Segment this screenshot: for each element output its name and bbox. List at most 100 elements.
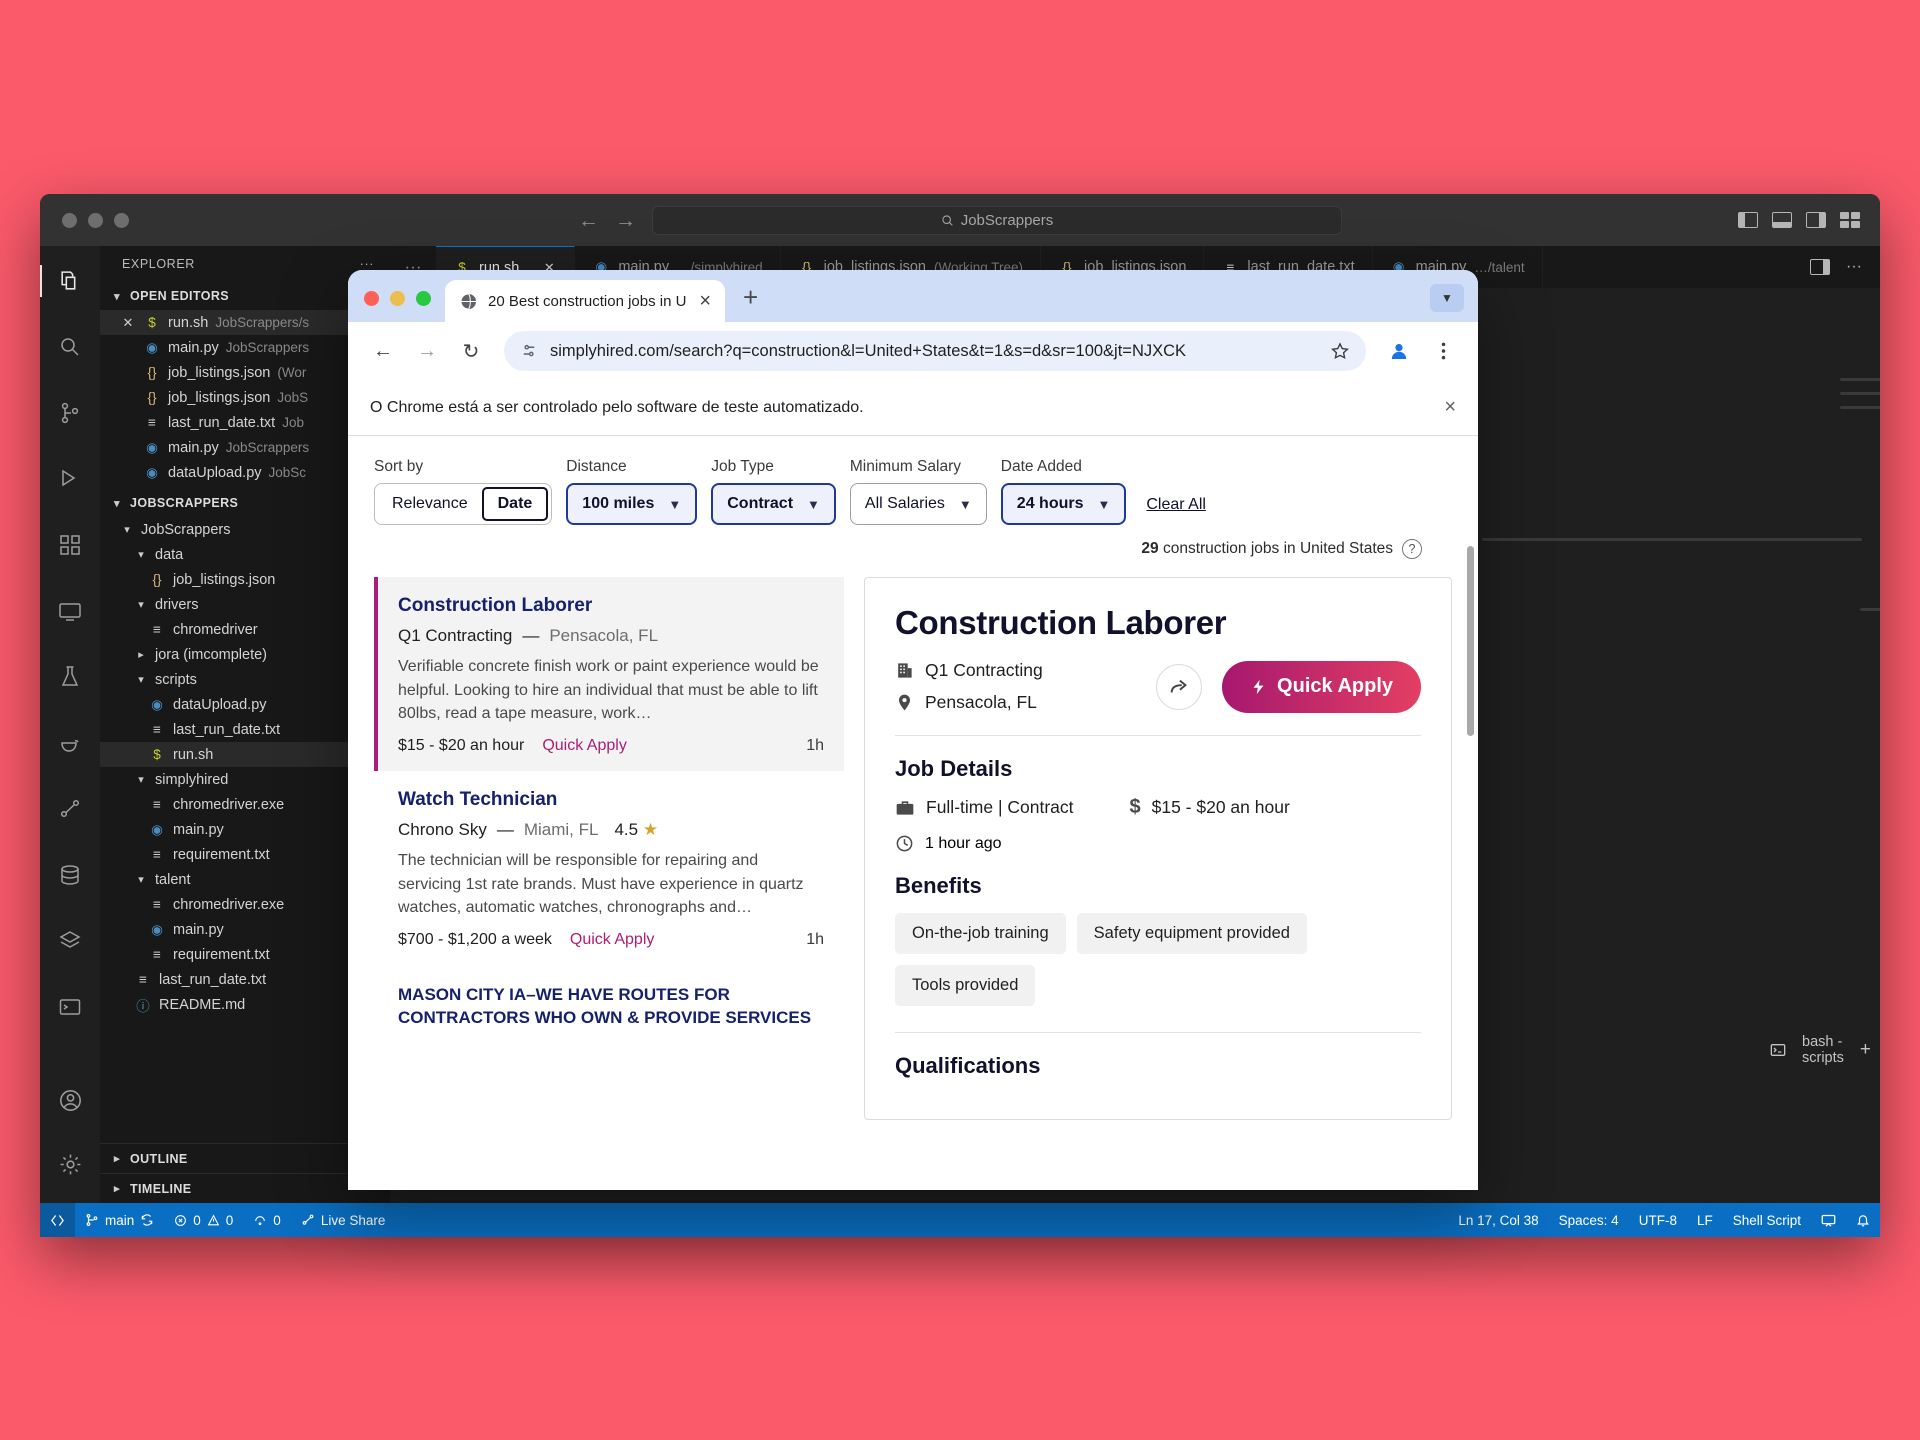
- tree-folder[interactable]: ▾ scripts: [100, 667, 390, 692]
- layout-controls[interactable]: [1738, 212, 1860, 228]
- editor-actions[interactable]: ···: [1810, 246, 1880, 288]
- sort-relevance-option[interactable]: Relevance: [378, 487, 482, 521]
- close-editor-icon[interactable]: ✕: [120, 315, 136, 331]
- tree-file[interactable]: ≡ chromedriver.exe: [100, 892, 390, 917]
- activity-database-icon[interactable]: [47, 854, 93, 896]
- outline-section-header[interactable]: ▸ OUTLINE: [100, 1143, 390, 1173]
- browser-menu-kebab-icon[interactable]: [1424, 332, 1462, 370]
- tree-file[interactable]: ≡ last_run_date.txt: [100, 967, 390, 992]
- status-problems[interactable]: 0 0: [164, 1203, 243, 1237]
- quick-apply-button[interactable]: Quick Apply: [1222, 660, 1421, 713]
- explorer-more-actions-icon[interactable]: ···: [360, 257, 374, 271]
- new-tab-button[interactable]: +: [725, 284, 774, 322]
- profile-avatar-icon[interactable]: [1380, 332, 1418, 370]
- tree-file[interactable]: $ run.sh: [100, 742, 390, 767]
- status-indentation[interactable]: Spaces: 4: [1549, 1213, 1629, 1228]
- vscode-back-arrow[interactable]: ←: [578, 210, 599, 231]
- tree-file[interactable]: ≡ chromedriver.exe: [100, 792, 390, 817]
- share-icon[interactable]: [1156, 663, 1203, 710]
- job-card[interactable]: Construction Laborer Q1 Contracting — Pensa…: [374, 577, 844, 772]
- tree-file[interactable]: ≡ chromedriver: [100, 617, 390, 642]
- timeline-section-header[interactable]: ▸ TIMELINE: [100, 1173, 390, 1203]
- activity-accounts-icon[interactable]: [47, 1079, 93, 1121]
- status-branch[interactable]: main: [75, 1203, 164, 1237]
- site-info-tune-icon[interactable]: [520, 342, 538, 360]
- tree-file[interactable]: ≡ requirement.txt: [100, 942, 390, 967]
- open-editor-item[interactable]: ◉ main.py JobScrappers: [100, 335, 390, 360]
- chrome-close-button[interactable]: [364, 291, 379, 306]
- tree-file[interactable]: {} job_listings.json: [100, 567, 390, 592]
- activity-source-control-icon[interactable]: [47, 392, 93, 434]
- distance-select[interactable]: 100 miles ▼: [566, 483, 698, 525]
- chrome-maximize-button[interactable]: [416, 291, 431, 306]
- clear-all-filters-link[interactable]: Clear All: [1146, 496, 1206, 525]
- tree-file[interactable]: ◉ main.py: [100, 817, 390, 842]
- job-card-title[interactable]: Construction Laborer: [398, 595, 824, 617]
- job-type-select[interactable]: Contract ▼: [711, 483, 836, 525]
- workspace-section-header[interactable]: ▾ JOBSCRAPPERS: [100, 489, 390, 517]
- job-card-title[interactable]: Watch Technician: [398, 789, 824, 811]
- toggle-panel-icon[interactable]: [1772, 212, 1792, 228]
- vscode-minimize-button[interactable]: [88, 212, 103, 228]
- open-editor-item[interactable]: ✕ $ run.sh JobScrappers/s: [100, 310, 390, 335]
- status-encoding[interactable]: UTF-8: [1629, 1213, 1687, 1228]
- activity-run-debug-icon[interactable]: [47, 458, 93, 500]
- tree-folder[interactable]: ▾ drivers: [100, 592, 390, 617]
- job-card-quick-apply[interactable]: Quick Apply: [570, 931, 654, 949]
- job-card-title[interactable]: MASON CITY IA–WE HAVE ROUTES FOR CONTRAC…: [398, 983, 824, 1030]
- toggle-primary-sidebar-icon[interactable]: [1738, 212, 1758, 228]
- close-infobar-icon[interactable]: ×: [1444, 396, 1456, 419]
- tree-folder[interactable]: ▾ JobScrappers: [100, 517, 390, 542]
- status-remote-indicator[interactable]: [40, 1203, 75, 1237]
- tree-folder[interactable]: ▾ talent: [100, 867, 390, 892]
- activity-explorer-icon[interactable]: [40, 260, 93, 302]
- open-editor-item[interactable]: {} job_listings.json JobS: [100, 385, 390, 410]
- status-ports[interactable]: 0: [243, 1203, 291, 1237]
- customize-layout-icon[interactable]: [1840, 212, 1860, 228]
- activity-layers-icon[interactable]: [47, 920, 93, 962]
- vscode-close-button[interactable]: [62, 212, 77, 228]
- terminal-panel-toolbar[interactable]: bash - scripts + ▾ ··· ▲ ✕: [1770, 1028, 1880, 1072]
- toggle-secondary-sidebar-icon[interactable]: [1806, 212, 1826, 228]
- minimum-salary-select[interactable]: All Salaries ▼: [849, 483, 987, 525]
- vscode-maximize-button[interactable]: [114, 212, 129, 228]
- tree-file[interactable]: ◉ main.py: [100, 917, 390, 942]
- browser-back-button[interactable]: ←: [364, 332, 402, 370]
- address-bar[interactable]: simplyhired.com/search?q=construction&l=…: [504, 331, 1366, 371]
- vscode-forward-arrow[interactable]: →: [615, 210, 636, 231]
- tree-folder[interactable]: ▾ simplyhired: [100, 767, 390, 792]
- page-scrollbar[interactable]: [1467, 546, 1474, 736]
- tab-search-chevron-down-icon[interactable]: ▼: [1430, 284, 1464, 312]
- open-editor-item[interactable]: {} job_listings.json (Wor: [100, 360, 390, 385]
- status-bell-icon[interactable]: [1846, 1213, 1880, 1228]
- question-mark-icon[interactable]: ?: [1402, 539, 1422, 559]
- activity-remote-explorer-icon[interactable]: [47, 590, 93, 632]
- activity-testing-icon[interactable]: [47, 656, 93, 698]
- date-added-select[interactable]: 24 hours ▼: [1000, 483, 1127, 525]
- status-eol[interactable]: LF: [1687, 1213, 1723, 1228]
- browser-reload-button[interactable]: ↻: [452, 332, 490, 370]
- status-language-mode[interactable]: Shell Script: [1723, 1213, 1811, 1228]
- activity-share-icon[interactable]: [47, 788, 93, 830]
- open-editor-item[interactable]: ◉ main.py JobScrappers: [100, 435, 390, 460]
- browser-forward-button[interactable]: →: [408, 332, 446, 370]
- chrome-minimize-button[interactable]: [390, 291, 405, 306]
- activity-search-icon[interactable]: [47, 326, 93, 368]
- tree-folder[interactable]: ▸ jora (imcomplete): [100, 642, 390, 667]
- sort-date-option[interactable]: Date: [481, 487, 549, 521]
- close-tab-icon[interactable]: ×: [699, 290, 711, 313]
- job-card-quick-apply[interactable]: Quick Apply: [542, 737, 626, 755]
- activity-bar[interactable]: [40, 246, 100, 1237]
- open-editor-item[interactable]: ◉ dataUpload.py JobSc: [100, 460, 390, 485]
- activity-terminal-panel-icon[interactable]: [47, 986, 93, 1028]
- new-terminal-icon[interactable]: +: [1860, 1039, 1871, 1061]
- editor-more-actions-icon[interactable]: ···: [1846, 258, 1862, 276]
- sort-by-toggle[interactable]: Relevance Date: [374, 483, 553, 525]
- split-editor-icon[interactable]: [1810, 259, 1831, 275]
- status-feedback-icon[interactable]: [1811, 1213, 1846, 1228]
- tree-file[interactable]: ◉ dataUpload.py: [100, 692, 390, 717]
- sync-icon[interactable]: [140, 1213, 154, 1227]
- tree-file[interactable]: ⓘ README.md: [100, 992, 390, 1017]
- browser-tab[interactable]: 20 Best construction jobs in U ×: [445, 280, 725, 322]
- activity-extensions-icon[interactable]: [47, 524, 93, 566]
